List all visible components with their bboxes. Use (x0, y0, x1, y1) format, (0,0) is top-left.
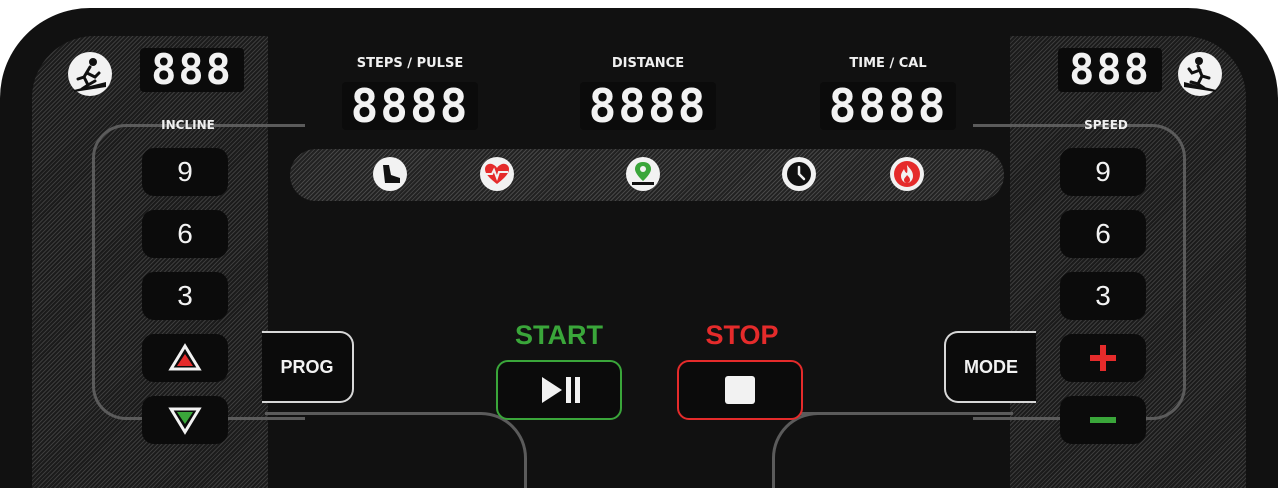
incline-down-button[interactable] (142, 396, 228, 444)
time-cal-display: 8888 (820, 82, 956, 130)
start-button[interactable] (496, 360, 622, 420)
distance-display: 8888 (580, 82, 716, 130)
speed-minus-button[interactable] (1060, 396, 1146, 444)
footprint-icon (373, 157, 407, 191)
incline-preset-6-button[interactable]: 6 (142, 210, 228, 258)
incline-label: INCLINE (161, 118, 215, 132)
stop-square-icon (725, 376, 755, 404)
speed-display: 888 (1058, 48, 1162, 92)
speed-preset-3-button[interactable]: 3 (1060, 272, 1146, 320)
flame-icon (890, 157, 924, 191)
heart-pulse-icon (480, 157, 514, 191)
steps-pulse-label: STEPS ∕ PULSE (356, 56, 464, 71)
stop-label: STOP (705, 320, 779, 350)
start-label: START (515, 320, 603, 350)
play-pause-icon (542, 377, 580, 403)
minus-icon (1090, 417, 1116, 423)
triangle-down-icon (168, 407, 202, 435)
bottom-curve-left (472, 412, 527, 488)
steps-pulse-display: 8888 (342, 82, 478, 130)
bottom-curve-right (772, 412, 827, 488)
plus-icon (1090, 345, 1116, 371)
speed-preset-6-button[interactable]: 6 (1060, 210, 1146, 258)
incline-runner-icon (68, 52, 112, 96)
time-cal-label: TIME ∕ CAL (849, 56, 927, 71)
distance-label: DISTANCE (611, 56, 685, 71)
incline-preset-9-button[interactable]: 9 (142, 148, 228, 196)
clock-icon (782, 157, 816, 191)
speed-plus-button[interactable] (1060, 334, 1146, 382)
stop-button[interactable] (677, 360, 803, 420)
treadmill-console: 888 INCLINE 9 6 3 888 SPEED 9 6 3 STEPS … (0, 8, 1278, 488)
speed-label: SPEED (1084, 118, 1128, 132)
location-pin-icon (626, 157, 660, 191)
speed-runner-icon (1178, 52, 1222, 96)
incline-display: 888 (140, 48, 244, 92)
incline-up-button[interactable] (142, 334, 228, 382)
triangle-up-icon (168, 343, 202, 371)
mode-button[interactable]: MODE (944, 331, 1036, 403)
bottom-line-right (800, 412, 1013, 415)
incline-preset-3-button[interactable]: 3 (142, 272, 228, 320)
bottom-line-left (265, 412, 480, 415)
speed-preset-9-button[interactable]: 9 (1060, 148, 1146, 196)
prog-button[interactable]: PROG (262, 331, 354, 403)
